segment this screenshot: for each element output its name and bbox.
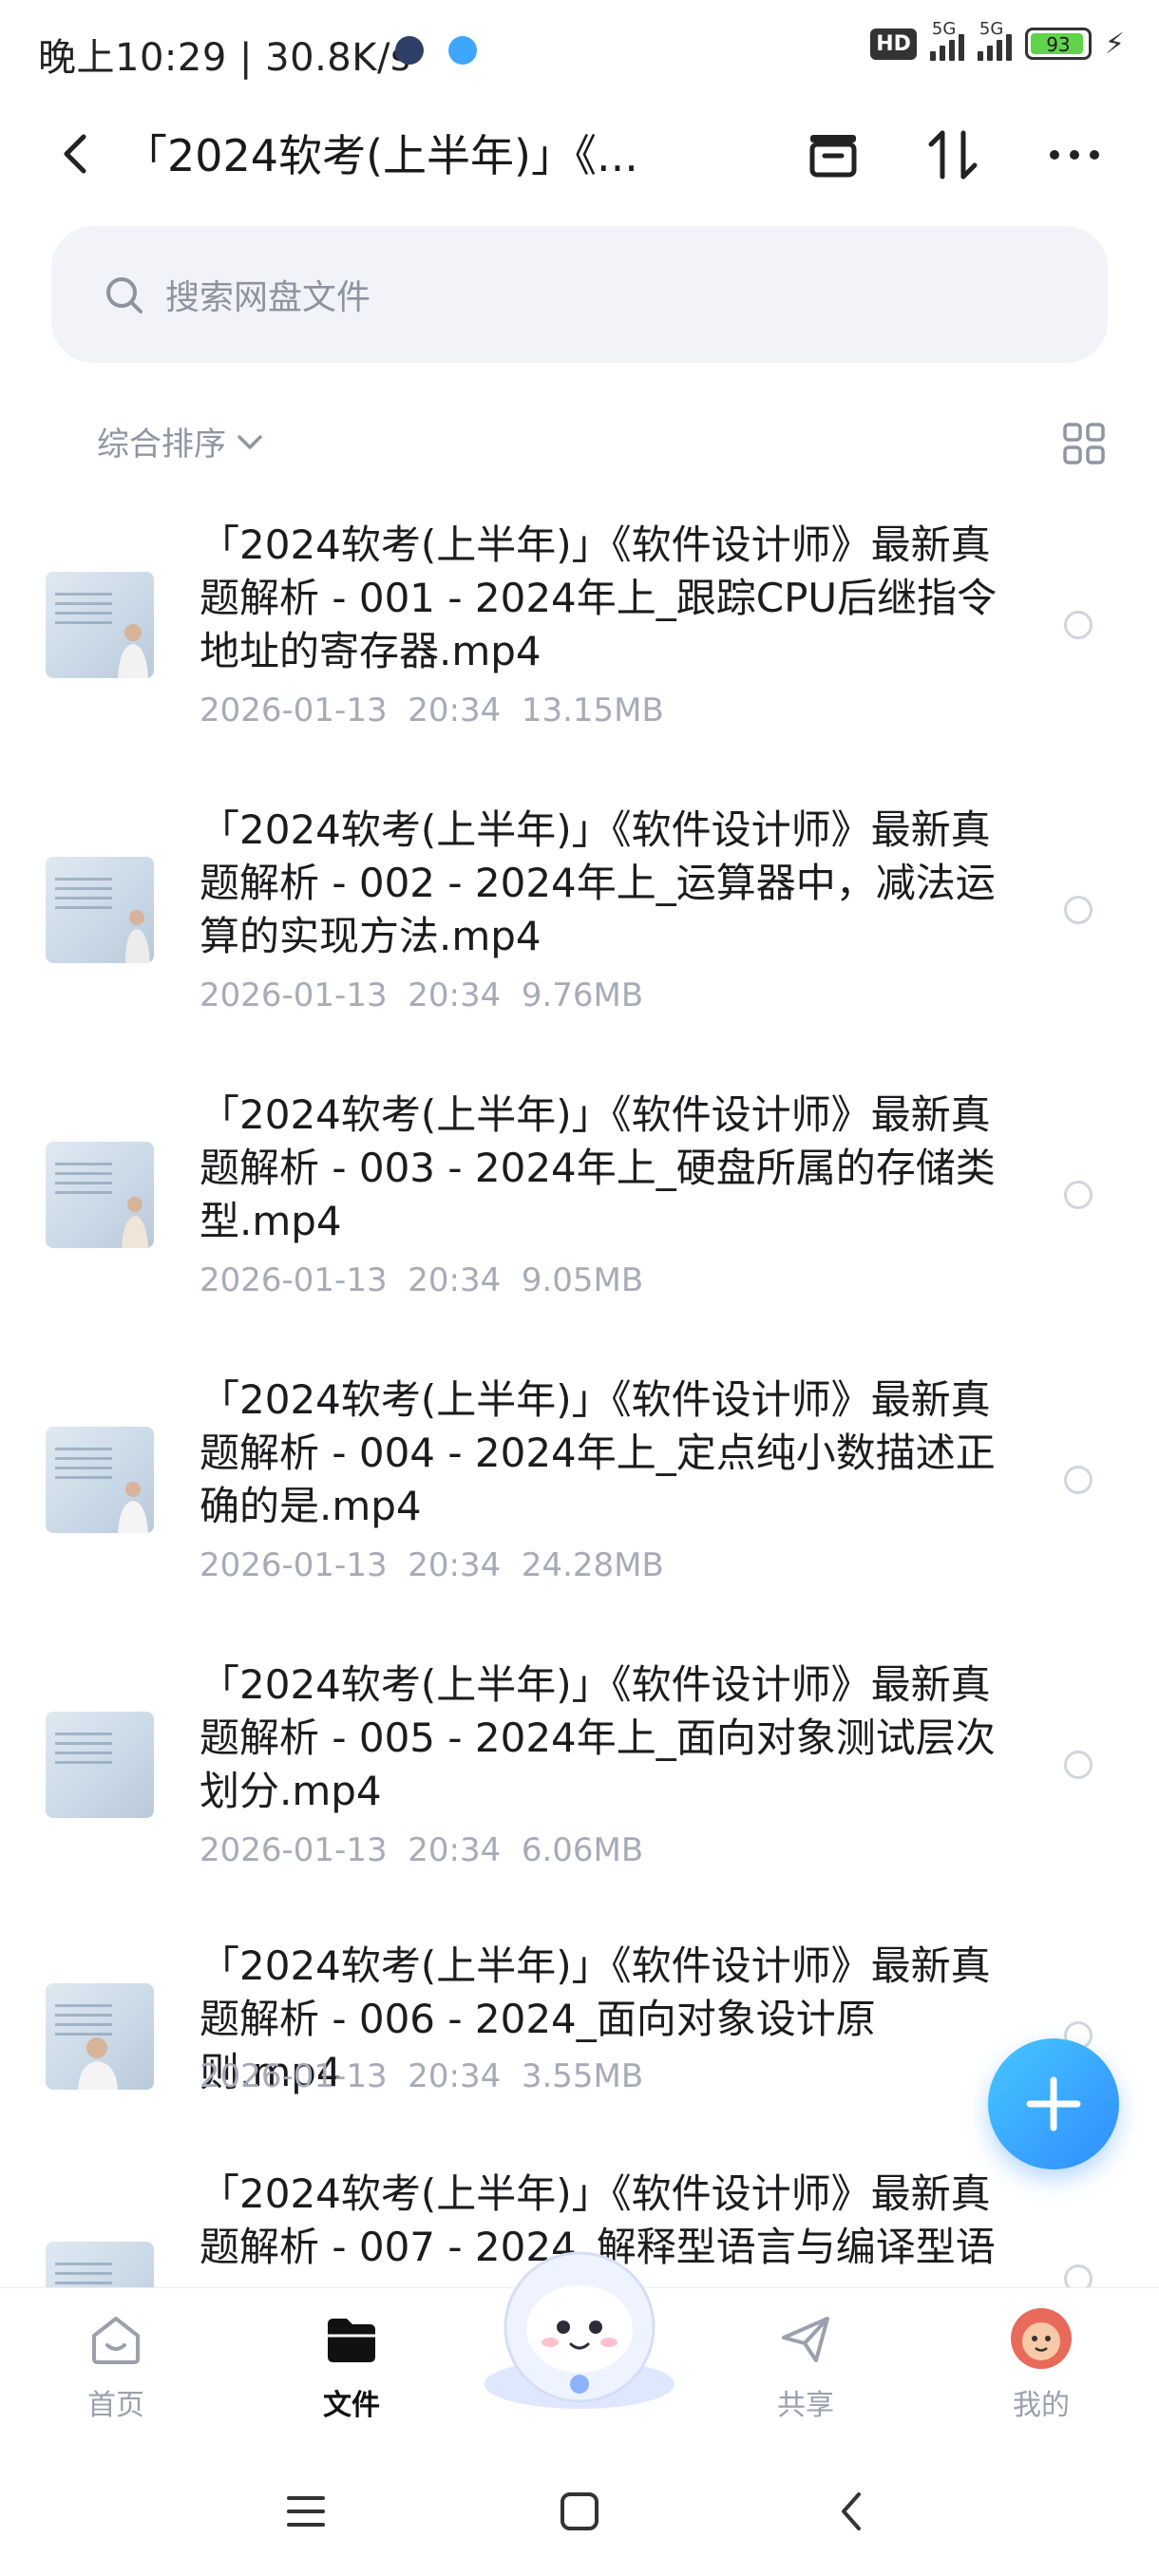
tab-home[interactable]: 首页 <box>49 2305 182 2423</box>
select-radio[interactable] <box>1064 1466 1092 1494</box>
file-meta: 2026-01-13 20:34 13.15MB <box>200 691 664 729</box>
more-icon[interactable] <box>1041 122 1108 188</box>
back-nav-icon[interactable] <box>825 2483 882 2540</box>
folder-icon <box>328 2319 375 2362</box>
select-radio[interactable] <box>1064 1181 1092 1209</box>
upload-notification-icon <box>448 36 477 65</box>
notification-icon <box>395 36 424 65</box>
home-icon <box>92 2317 140 2364</box>
video-thumbnail <box>46 1712 154 1818</box>
charging-icon: ⚡ <box>1104 27 1125 61</box>
menu-icon[interactable] <box>277 2483 334 2540</box>
add-button[interactable] <box>988 2038 1119 2169</box>
file-row[interactable]: 「2024软考(上半年)」《软件设计师》最新真题解析 - 002 - 2024年… <box>0 788 1159 1073</box>
tab-files[interactable]: 文件 <box>285 2305 418 2423</box>
select-radio[interactable] <box>1064 1751 1092 1779</box>
page-title: 「2024软考(上半年)」《... <box>124 130 638 181</box>
search-icon <box>106 277 142 313</box>
mascot-assistant-icon[interactable] <box>480 2242 679 2413</box>
file-meta: 2026-01-13 20:34 3.55MB <box>200 2057 644 2095</box>
file-list: 「2024软考(上半年)」《软件设计师》最新真题解析 - 001 - 2024年… <box>0 502 1159 2287</box>
avatar-icon <box>1011 2308 1072 2369</box>
signal-icon: 5G <box>929 19 964 61</box>
signal-icon-2: 5G <box>977 19 1012 61</box>
file-meta: 2026-01-13 20:34 9.05MB <box>200 1261 644 1299</box>
file-meta: 2026-01-13 20:34 6.06MB <box>200 1831 644 1869</box>
file-name: 「2024软考(上半年)」《软件设计师》最新真题解析 - 002 - 2024年… <box>200 806 996 959</box>
video-thumbnail <box>46 1983 154 2090</box>
search-placeholder: 搜索网盘文件 <box>165 278 371 317</box>
tab-share[interactable]: 共享 <box>739 2305 872 2423</box>
back-icon[interactable] <box>48 125 104 182</box>
video-thumbnail <box>46 2242 154 2287</box>
sort-updown-icon[interactable] <box>920 122 986 188</box>
chevron-down-icon <box>238 434 262 449</box>
sort-bar: 综合排序 <box>0 408 1159 475</box>
video-thumbnail <box>46 857 154 963</box>
status-bar: 晚上10:29 | 30.8K/s HD 5G 5G 93 ⚡ <box>0 0 1159 104</box>
tab-me[interactable]: 我的 <box>975 2305 1108 2423</box>
status-time: 晚上10:29 | 30.8K/s <box>38 36 411 80</box>
video-thumbnail <box>46 1142 154 1248</box>
home-square-icon[interactable] <box>551 2483 608 2540</box>
plus-icon <box>1026 2076 1081 2131</box>
file-row[interactable]: 「2024软考(上半年)」《软件设计师》最新真题解析 - 001 - 2024年… <box>0 502 1159 786</box>
hd-icon: HD <box>870 28 917 60</box>
file-row[interactable]: 「2024软考(上半年)」《软件设计师》最新真题解析 - 005 - 2024年… <box>0 1649 1159 1934</box>
share-icon <box>782 2317 829 2362</box>
sort-label: 综合排序 <box>97 426 226 464</box>
select-radio[interactable] <box>1064 611 1092 639</box>
file-meta: 2026-01-13 20:34 24.28MB <box>200 1546 664 1584</box>
system-nav-bar <box>0 2451 1159 2576</box>
battery-level: 93 <box>1046 33 1071 56</box>
file-row[interactable]: 「2024软考(上半年)」《软件设计师》最新真题解析 - 006 - 2024_… <box>0 1932 1159 2169</box>
file-name: 「2024软考(上半年)」《软件设计师》最新真题解析 - 004 - 2024年… <box>200 1376 996 1529</box>
file-name: 「2024软考(上半年)」《软件设计师》最新真题解析 - 005 - 2024年… <box>200 1661 996 1814</box>
sort-dropdown[interactable]: 综合排序 <box>97 418 266 464</box>
archive-icon[interactable] <box>800 122 866 188</box>
file-name: 「2024软考(上半年)」《软件设计师》最新真题解析 - 003 - 2024年… <box>200 1091 996 1244</box>
video-thumbnail <box>46 572 154 678</box>
file-name: 「2024软考(上半年)」《软件设计师》最新真题解析 - 001 - 2024年… <box>200 521 998 674</box>
file-meta: 2026-01-13 20:34 9.76MB <box>200 976 644 1014</box>
search-input[interactable]: 搜索网盘文件 <box>51 226 1108 363</box>
grid-view-icon[interactable] <box>1062 422 1106 465</box>
battery-icon: 93 <box>1024 28 1092 60</box>
top-app-bar: 「2024软考(上半年)」《... <box>0 104 1159 209</box>
select-radio[interactable] <box>1064 2264 1092 2287</box>
video-thumbnail <box>46 1427 154 1533</box>
file-row[interactable]: 「2024软考(上半年)」《软件设计师》最新真题解析 - 003 - 2024年… <box>0 1075 1159 1360</box>
select-radio[interactable] <box>1064 896 1092 924</box>
file-row[interactable]: 「2024软考(上半年)」《软件设计师》最新真题解析 - 004 - 2024年… <box>0 1362 1159 1647</box>
